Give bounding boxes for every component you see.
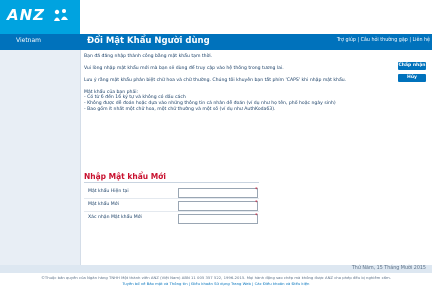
left-rail [0,50,81,266]
field-separator [84,198,259,199]
footer-links[interactable]: Tuyên bố về Bảo mật và Thông tin | Điều … [0,281,432,286]
main-content: Bạn đã đăng nhập thành công bằng mật khẩ… [84,54,374,113]
continue-button[interactable]: Chấp nhận [398,62,426,70]
region-label: Vietnam [16,37,42,44]
confirm-password-field[interactable] [178,214,258,224]
brand-header: ANZ [0,0,432,34]
top-links[interactable]: Trợ giúp | Câu hỏi thường gặp | Liên hệ [337,38,430,43]
logo-text: ANZ [7,6,46,24]
cancel-button[interactable]: Hủy [398,74,426,82]
message-temp-password: Bạn đã đăng nhập thành công bằng mật khẩ… [84,54,213,59]
anz-logo: ANZ [0,0,80,34]
current-password-label: Mật khẩu Hiện tại [88,189,129,194]
required-marker: * [255,200,258,206]
nav-bar: Vietnam Đổi Mật Khẩu Người dùng Trợ giúp… [0,34,432,50]
current-password-field[interactable] [178,188,258,198]
confirm-password-label: Xác nhận Mật khẩu Mới [88,215,142,220]
rule-composition: - Bao gồm ít nhất một chữ hoa, một chữ t… [84,107,276,112]
message-case-sensitive: Lưu ý rằng mật khẩu phân biệt chữ hoa và… [84,78,347,83]
form-divider [84,182,259,183]
required-marker: * [255,213,258,219]
field-separator [84,211,259,212]
required-marker: * [255,187,258,193]
page: ANZ Vietnam Đổi Mật Khẩu Người dùng Trợ … [0,0,432,306]
page-title: Đổi Mật Khẩu Người dùng [87,36,210,46]
date-bar: Thứ Năm, 15 Tháng Mười 2015 [0,265,432,273]
new-password-label: Mật khẩu Mới [88,202,119,207]
message-enter-new: Vui lòng nhập mật khẩu mới mà bạn sẽ dùn… [84,66,284,71]
new-password-field[interactable] [178,201,258,211]
copyright-text: ©Thuộc bản quyền của Ngân hàng TNHH Một … [41,275,391,280]
current-date: Thứ Năm, 15 Tháng Mười 2015 [351,266,426,271]
logo-figures-icon [54,9,68,21]
form-title: Nhập Mật khẩu Mới [84,172,166,181]
